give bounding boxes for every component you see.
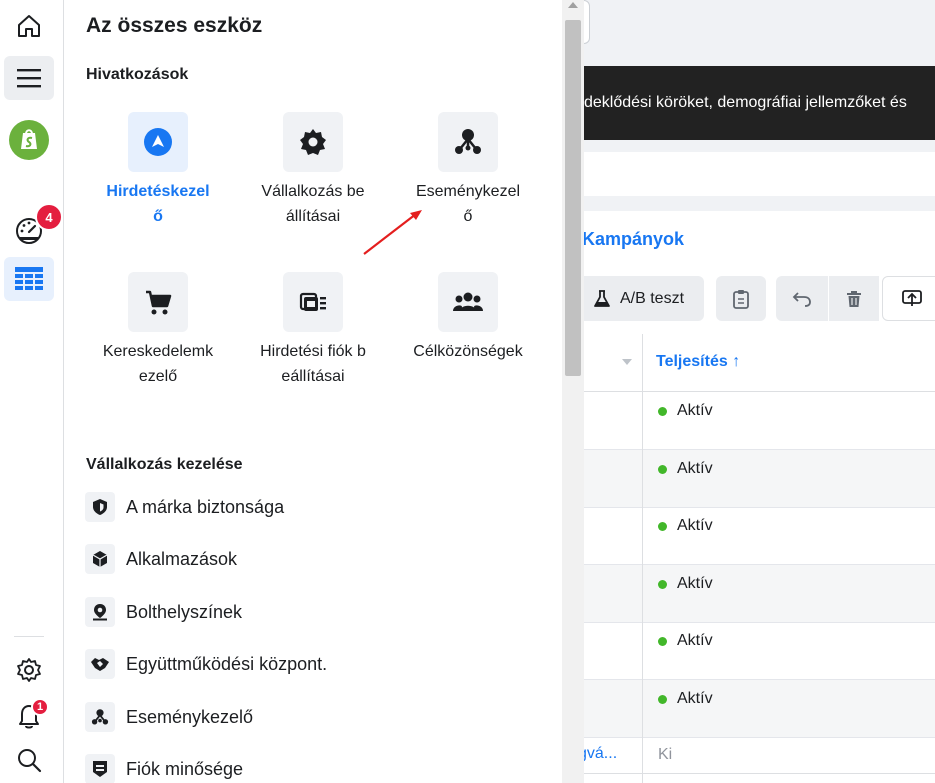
tile-label: Kereskedelemkezelő bbox=[102, 343, 214, 385]
home-icon bbox=[18, 15, 40, 37]
table-row[interactable]: Aktív bbox=[584, 450, 935, 508]
list-item-label: Fiók minősége bbox=[126, 758, 244, 779]
background-search-bar[interactable] bbox=[584, 152, 935, 196]
business-management-title: Vállalkozás kezelése bbox=[86, 456, 243, 473]
table-row[interactable]: Aktív bbox=[584, 680, 935, 738]
list-item-store-locations[interactable]: Bolthelyszínek bbox=[85, 597, 242, 627]
shield-icon bbox=[93, 499, 107, 515]
clipboard-button[interactable] bbox=[716, 276, 766, 321]
status-text: Aktív bbox=[677, 690, 713, 707]
tile-label: Hirdetéskezelő bbox=[106, 183, 210, 225]
tile-ads-manager[interactable]: Hirdetéskezelő bbox=[82, 112, 234, 229]
table-row[interactable]: Aktív bbox=[584, 507, 935, 565]
handshake-icon bbox=[91, 658, 109, 671]
active-dot-icon bbox=[658, 636, 667, 646]
left-rail: 4 1 bbox=[0, 0, 64, 783]
table-row[interactable]: Aktív bbox=[584, 622, 935, 680]
events-manager-icon bbox=[91, 709, 109, 725]
export-button[interactable] bbox=[882, 276, 935, 321]
account-button[interactable] bbox=[4, 118, 54, 162]
ads-manager-icon bbox=[144, 128, 172, 156]
list-item-label: Bolthelyszínek bbox=[126, 601, 243, 622]
clipboard-icon bbox=[733, 289, 749, 309]
location-pin-icon bbox=[93, 604, 107, 621]
ab-test-button[interactable]: A/B teszt bbox=[584, 276, 704, 321]
gear-icon bbox=[300, 129, 326, 155]
trash-icon bbox=[847, 290, 861, 307]
scrollbar-thumb[interactable] bbox=[565, 20, 581, 376]
delete-button[interactable] bbox=[829, 276, 879, 321]
list-item-brand-safety[interactable]: A márka biztonsága bbox=[85, 492, 284, 522]
undo-icon bbox=[792, 291, 811, 307]
ad-account-icon bbox=[299, 292, 326, 311]
menu-button[interactable] bbox=[4, 56, 54, 100]
banner-text: deklődési köröket, demográfiai jellemzők… bbox=[584, 94, 907, 111]
search-icon bbox=[18, 749, 42, 773]
export-icon bbox=[902, 289, 922, 306]
alerts-badge: 1 bbox=[31, 698, 50, 716]
account-logo bbox=[9, 120, 49, 160]
annotation-arrow bbox=[363, 210, 422, 255]
settings-icon bbox=[17, 658, 41, 682]
undo-button[interactable] bbox=[776, 276, 828, 321]
status-text: Aktív bbox=[677, 460, 713, 477]
list-item-collaboration-center[interactable]: Együttműködési központ. bbox=[85, 649, 327, 679]
campaign-name-link[interactable]: gvá... bbox=[584, 745, 617, 763]
list-item-account-quality[interactable]: Fiók minősége bbox=[85, 754, 243, 783]
cube-icon bbox=[92, 551, 108, 567]
table-row[interactable]: gvá... Ki bbox=[584, 736, 935, 774]
active-dot-icon bbox=[658, 579, 667, 589]
events-manager-icon bbox=[455, 129, 481, 154]
active-dot-icon bbox=[658, 694, 667, 704]
list-item-label: A márka biztonsága bbox=[126, 496, 285, 517]
list-item-label: Együttműködési központ. bbox=[126, 653, 328, 674]
panel-title: Az összes eszköz bbox=[86, 14, 263, 37]
campaigns-tab[interactable]: Kampányok bbox=[584, 229, 684, 250]
table-row[interactable]: Aktív bbox=[584, 565, 935, 623]
table-header bbox=[584, 334, 935, 392]
home-button[interactable] bbox=[4, 4, 54, 48]
cart-icon bbox=[146, 290, 172, 315]
active-dot-icon bbox=[658, 521, 667, 531]
background-input[interactable] bbox=[584, 0, 590, 44]
tile-label: Hirdetési fiók beállításai bbox=[260, 343, 366, 385]
column-divider bbox=[642, 334, 643, 783]
list-item-events-manager[interactable]: Eseménykezelő bbox=[85, 702, 253, 732]
sort-caret-icon[interactable] bbox=[622, 359, 632, 365]
list-item-label: Alkalmazások bbox=[126, 548, 238, 569]
flask-icon bbox=[594, 289, 610, 307]
active-dot-icon bbox=[658, 464, 667, 474]
audience-icon bbox=[453, 292, 483, 311]
list-item-label: Eseménykezelő bbox=[126, 706, 254, 727]
status-text: Aktív bbox=[677, 632, 713, 649]
table-icon bbox=[15, 267, 43, 290]
scroll-up-arrow-icon[interactable] bbox=[568, 2, 578, 8]
status-text: Aktív bbox=[677, 402, 713, 419]
tile-commerce-manager[interactable]: Kereskedelemkezelő bbox=[82, 272, 234, 389]
background-app: deklődési köröket, demográfiai jellemzők… bbox=[584, 0, 935, 783]
active-dot-icon bbox=[658, 406, 667, 416]
menu-icon bbox=[17, 69, 41, 88]
tile-ad-account-settings[interactable]: Hirdetési fiók beállításai bbox=[237, 272, 389, 389]
rail-divider bbox=[14, 636, 44, 637]
info-banner: deklődési köröket, demográfiai jellemzők… bbox=[584, 66, 935, 140]
status-text: Aktív bbox=[677, 575, 713, 592]
notifications-badge: 4 bbox=[35, 203, 63, 231]
all-tools-panel: Az összes eszköz Hivatkozások Hirdetéske… bbox=[65, 0, 562, 783]
table-row[interactable]: Aktív bbox=[584, 392, 935, 450]
performance-column-header[interactable]: Teljesítés ↑ bbox=[656, 353, 740, 371]
tile-label: Célközönségek bbox=[413, 343, 523, 360]
quality-icon bbox=[93, 761, 107, 777]
status-text: Ki bbox=[658, 746, 673, 763]
shortcuts-title: Hivatkozások bbox=[86, 66, 189, 83]
list-item-apps[interactable]: Alkalmazások bbox=[85, 544, 237, 574]
table-button[interactable] bbox=[4, 257, 54, 301]
status-text: Aktív bbox=[677, 517, 713, 534]
ab-test-label: A/B teszt bbox=[619, 289, 685, 307]
tile-audiences[interactable]: Célközönségek bbox=[392, 272, 544, 364]
settings-button[interactable] bbox=[4, 648, 54, 692]
search-button[interactable] bbox=[4, 738, 54, 782]
